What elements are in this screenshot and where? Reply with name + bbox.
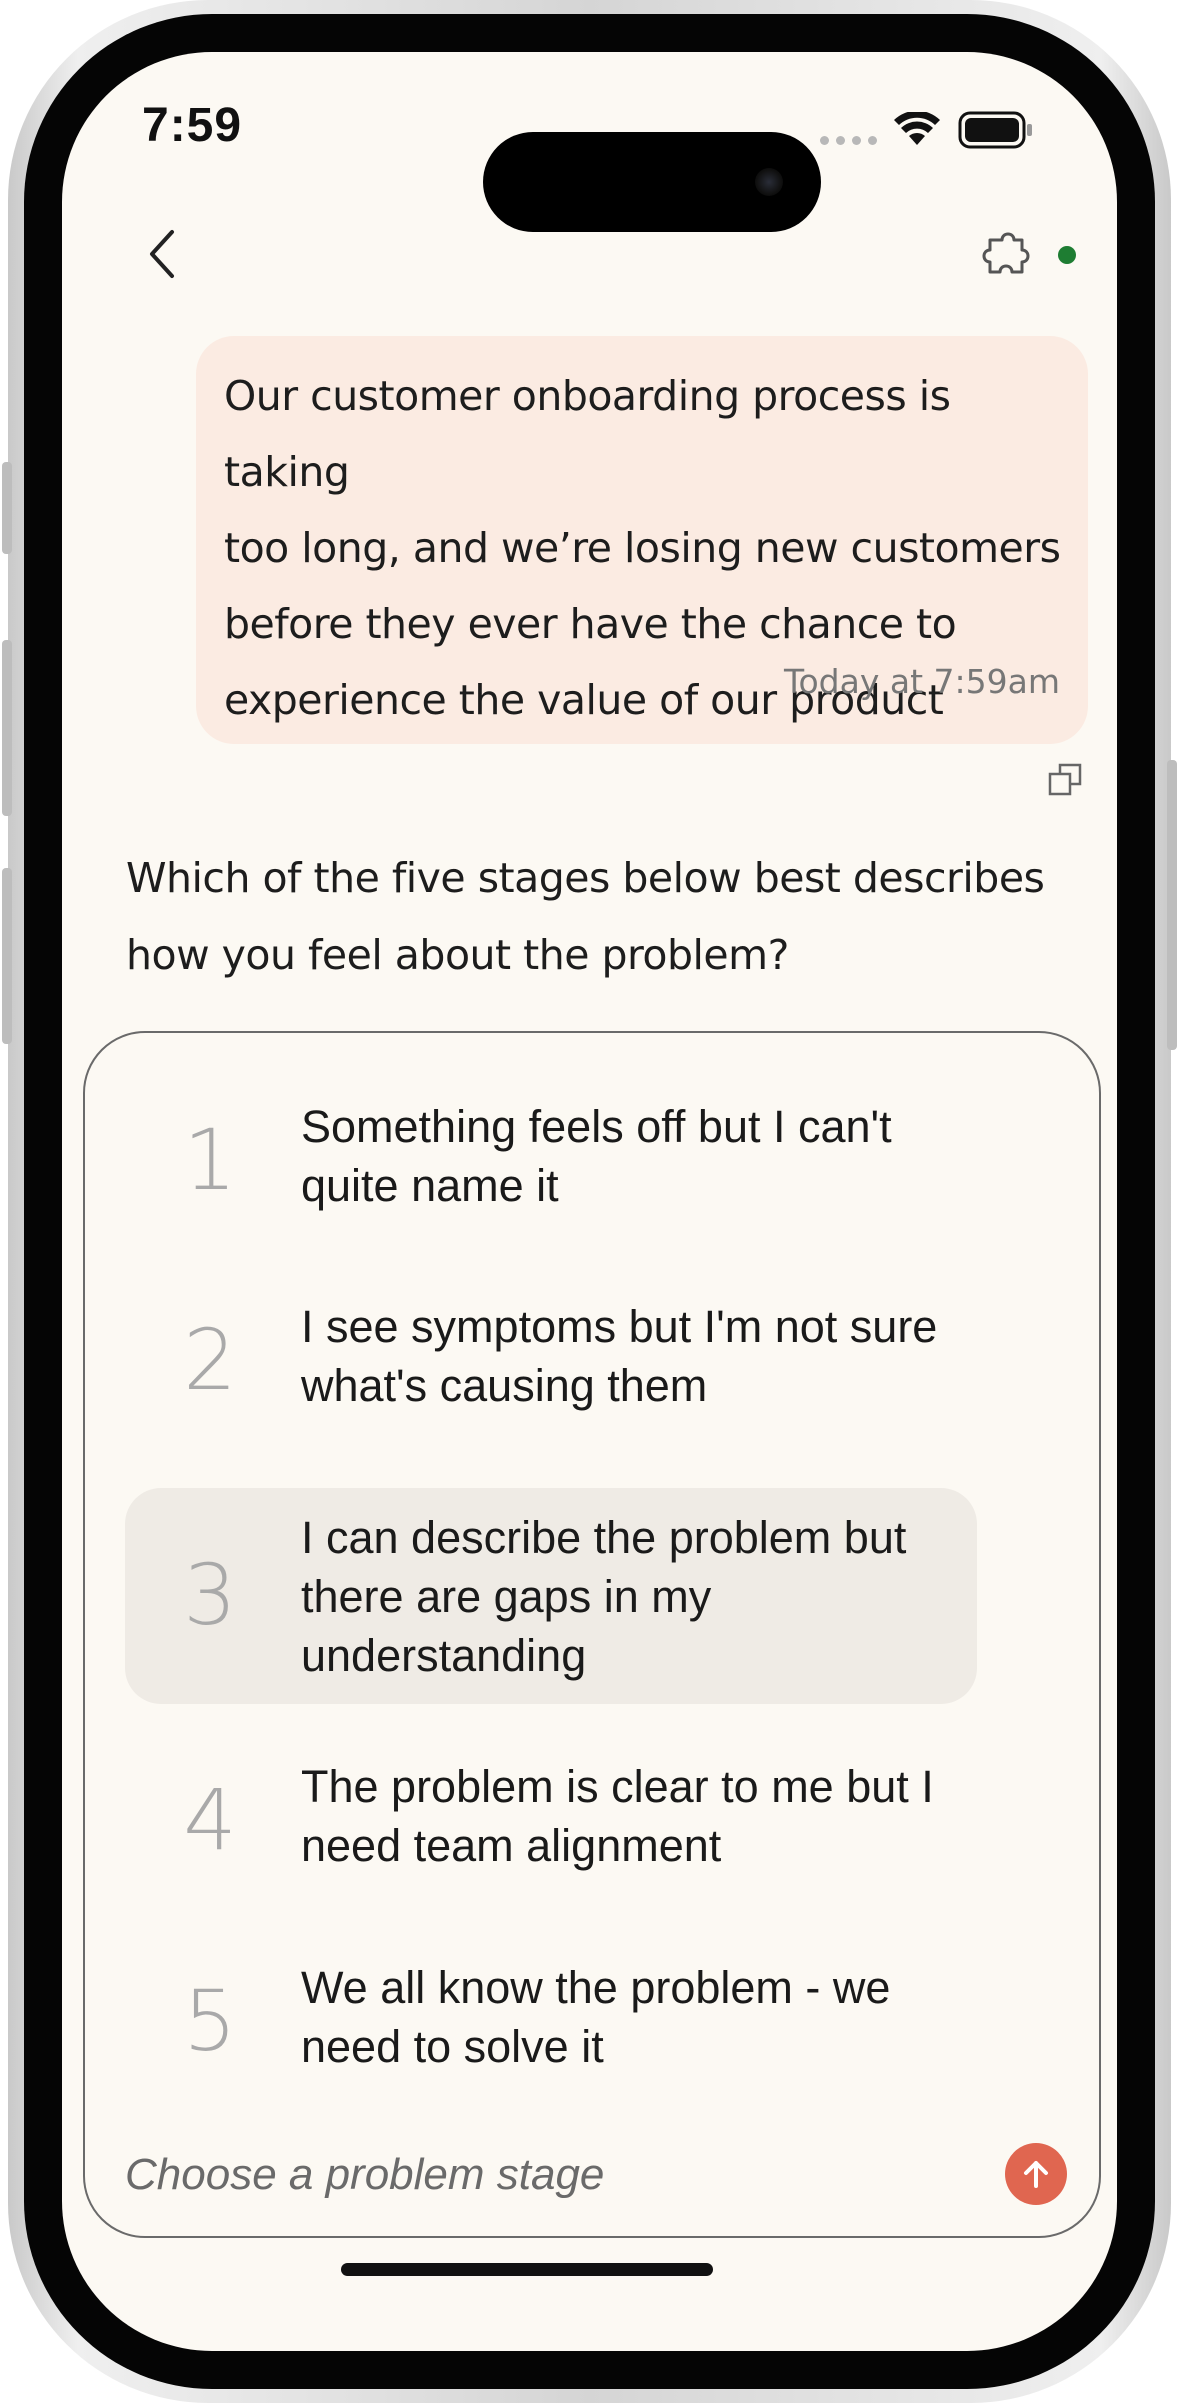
dynamic-island: [483, 132, 821, 232]
user-message-line: too long, and we’re losing new customers: [224, 524, 1061, 572]
option-line: quite name it: [301, 1160, 559, 1211]
option-line: need team alignment: [301, 1820, 722, 1871]
option-line: Something feels off but I can't: [301, 1101, 892, 1152]
wifi-icon: [894, 112, 940, 145]
user-message-line: before they ever have the chance to: [224, 600, 957, 648]
option-line: there are gaps in my: [301, 1571, 712, 1622]
option-line: We all know the problem - we: [301, 1962, 891, 2013]
question-line: Which of the five stages below best desc…: [126, 854, 1045, 902]
volume-down-button: [2, 868, 12, 1044]
option-line: understanding: [301, 1630, 587, 1681]
stage-option-2[interactable]: 2 I see symptoms but I'm not sure what's…: [125, 1283, 977, 1433]
option-number: 1: [183, 1111, 237, 1209]
option-number: 4: [183, 1771, 237, 1869]
user-message-bubble: Our customer onboarding process is takin…: [196, 336, 1088, 744]
option-line: The problem is clear to me but I: [301, 1761, 934, 1812]
option-line: what's causing them: [301, 1360, 708, 1411]
volume-up-button: [2, 640, 12, 816]
stage-input-placeholder[interactable]: Choose a problem stage: [125, 2150, 604, 2200]
option-number: 5: [183, 1972, 237, 2070]
option-text: Something feels off but I can't quite na…: [301, 1097, 961, 1215]
option-text: I can describe the problem but there are…: [301, 1508, 961, 1685]
option-text: I see symptoms but I'm not sure what's c…: [301, 1297, 961, 1415]
option-number: 2: [183, 1311, 237, 1409]
stage-option-4[interactable]: 4 The problem is clear to me but I need …: [125, 1743, 977, 1893]
stage-choice-card: 1 Something feels off but I can't quite …: [83, 1031, 1101, 2238]
copy-icon[interactable]: [1046, 760, 1086, 800]
option-text: We all know the problem - we need to sol…: [301, 1958, 961, 2076]
action-button: [2, 462, 12, 554]
option-number: 3: [183, 1546, 237, 1644]
stage-option-3[interactable]: 3 I can describe the problem but there a…: [125, 1488, 977, 1704]
phone-device: 7:59 Our customer onboarding process is …: [0, 0, 1179, 2403]
online-status-dot: [1058, 246, 1076, 264]
assistant-question: Which of the five stages below best desc…: [126, 840, 1066, 994]
user-message-line: Our customer onboarding process is takin…: [224, 372, 951, 496]
battery-icon: [958, 111, 1032, 149]
option-text: The problem is clear to me but I need te…: [301, 1757, 961, 1875]
question-line: how you feel about the problem?: [126, 931, 789, 979]
power-button: [1167, 760, 1177, 1050]
puzzle-icon[interactable]: [980, 226, 1036, 282]
option-line: I see symptoms but I'm not sure: [301, 1301, 938, 1352]
message-timestamp: Today at 7:59am: [783, 662, 1060, 701]
stage-option-1[interactable]: 1 Something feels off but I can't quite …: [125, 1083, 977, 1233]
option-line: I can describe the problem but: [301, 1512, 907, 1563]
option-line: need to solve it: [301, 2021, 604, 2072]
signal-dots-icon: [820, 136, 877, 145]
send-button[interactable]: [1005, 2143, 1067, 2205]
arrow-up-icon: [1024, 2161, 1048, 2188]
chevron-left-icon[interactable]: [140, 226, 184, 282]
stage-option-5[interactable]: 5 We all know the problem - we need to s…: [125, 1944, 977, 2094]
camera-icon: [755, 168, 783, 196]
status-time: 7:59: [142, 99, 243, 152]
home-indicator[interactable]: [341, 2263, 713, 2276]
